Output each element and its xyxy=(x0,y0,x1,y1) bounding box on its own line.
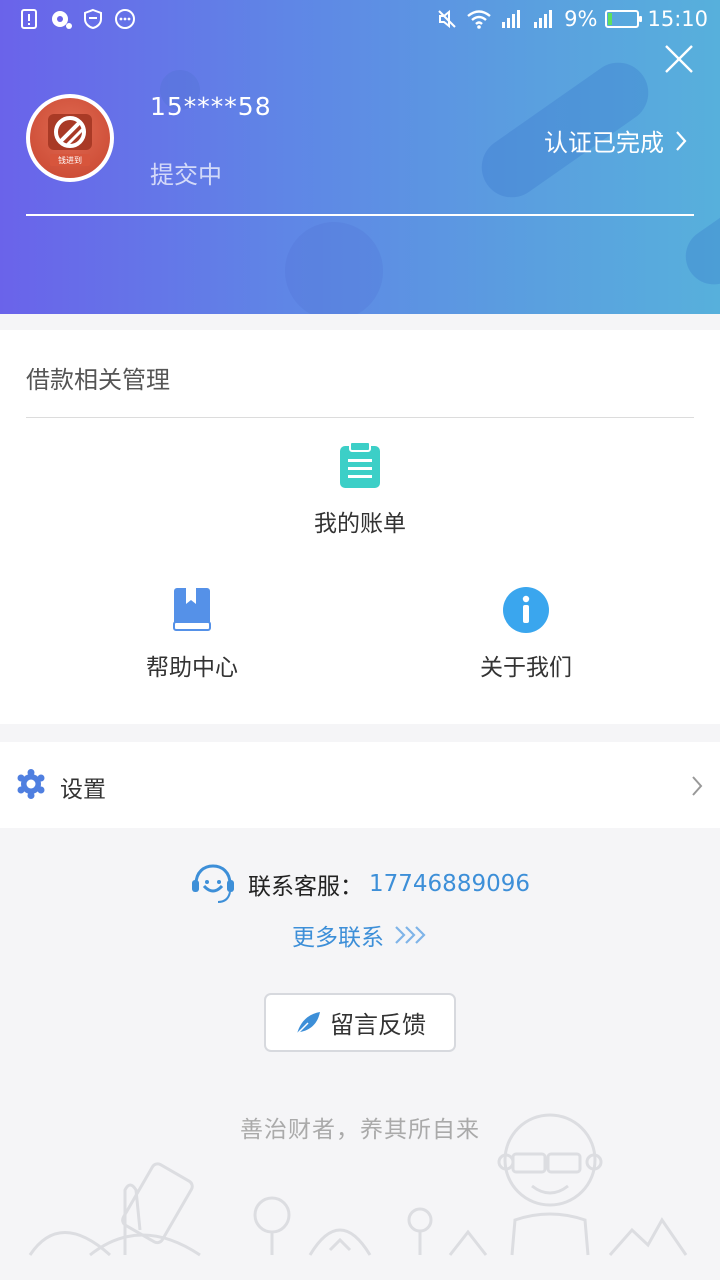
close-icon[interactable] xyxy=(662,42,696,76)
feedback-label: 留言反馈 xyxy=(330,1011,426,1039)
my-bill-label: 我的账单 xyxy=(314,511,406,537)
settings-row[interactable]: 设置 xyxy=(0,742,720,828)
clock: 15:10 xyxy=(647,7,708,31)
headset-icon xyxy=(192,864,235,903)
submission-status: 提交中 xyxy=(150,161,222,189)
logo-mark-icon: 钱进到 xyxy=(48,114,92,166)
avatar[interactable]: 钱进到 xyxy=(26,94,114,182)
more-notifications-icon xyxy=(115,9,135,29)
quill-icon xyxy=(295,1011,320,1036)
decor-pill xyxy=(674,180,720,296)
mute-icon xyxy=(438,9,456,29)
battery-percent: 9% xyxy=(564,7,598,31)
settings-label: 设置 xyxy=(60,777,106,803)
battery-icon xyxy=(605,10,643,28)
user-phone: 15****58 xyxy=(150,92,272,121)
profile-header: 9% 15:10 钱进到 15****58 提交中 认证已完成 xyxy=(0,0,720,314)
customer-service: 联系客服： 17746889096 xyxy=(0,862,720,906)
feedback-button[interactable]: 留言反馈 xyxy=(264,993,456,1052)
verification-link[interactable]: 认证已完成 xyxy=(544,123,688,158)
shield-icon xyxy=(84,8,102,30)
more-contact-label: 更多联系 xyxy=(292,925,384,951)
status-bar: 9% 15:10 xyxy=(0,0,720,40)
app-notification-icon xyxy=(52,11,72,29)
more-contact-link[interactable]: 更多联系 xyxy=(0,918,720,952)
signal-icon-2 xyxy=(534,10,553,28)
bill-icon xyxy=(340,442,380,488)
wifi-icon xyxy=(467,10,491,29)
section-title: 借款相关管理 xyxy=(26,366,170,394)
about-us-label: 关于我们 xyxy=(480,655,572,681)
app-logo: 钱进到 xyxy=(30,98,110,178)
help-center-label: 帮助中心 xyxy=(146,655,238,681)
battery-alert-icon xyxy=(21,9,37,29)
header-divider xyxy=(26,214,694,216)
profile-screen: 9% 15:10 钱进到 15****58 提交中 认证已完成 借款相关管理 我… xyxy=(0,0,720,1280)
help-center-item[interactable]: 帮助中心 xyxy=(132,586,252,682)
signal-icon xyxy=(502,10,521,28)
book-icon xyxy=(173,588,211,631)
chevron-right-icon xyxy=(692,776,703,796)
slogan: 善治财者，养其所自来 xyxy=(240,1117,480,1143)
info-icon xyxy=(503,587,549,633)
service-phone-link[interactable]: 17746889096 xyxy=(369,871,530,897)
chevron-right-icon xyxy=(676,130,687,151)
verification-label: 认证已完成 xyxy=(544,129,664,157)
triple-chevron-right-icon xyxy=(395,926,426,944)
about-us-item[interactable]: 关于我们 xyxy=(466,586,586,682)
logo-text: 钱进到 xyxy=(58,155,82,165)
loan-management-card: 借款相关管理 我的账单 帮助中心 关于我们 xyxy=(0,330,720,724)
contact-label: 联系客服： xyxy=(248,874,364,900)
decor-circle xyxy=(285,222,383,314)
section-divider xyxy=(26,417,694,418)
my-bill-item[interactable]: 我的账单 xyxy=(300,442,420,538)
gear-icon xyxy=(17,769,45,799)
